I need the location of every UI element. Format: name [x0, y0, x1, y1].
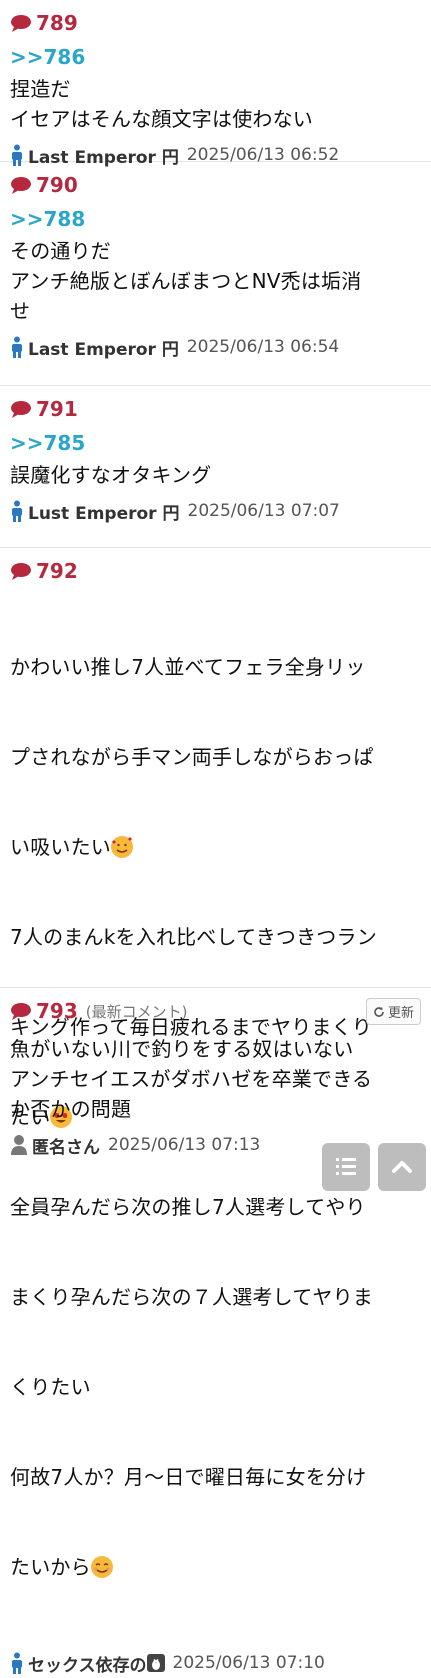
- comment-bubble-icon: [11, 401, 31, 418]
- author-name[interactable]: 匿名さん: [32, 1133, 100, 1158]
- post-number[interactable]: 790: [36, 173, 78, 197]
- person-icon: [12, 500, 22, 522]
- body-line: せ: [10, 299, 31, 323]
- post-header: 791: [10, 394, 421, 424]
- post-number[interactable]: 792: [36, 559, 78, 583]
- body-line: 捏造だ: [10, 77, 71, 101]
- latest-comment-label: (最新コメント): [85, 1002, 188, 1021]
- comment-bubble-icon: [11, 15, 31, 32]
- person-icon: [12, 1652, 22, 1674]
- body-line: かわいい推し7人並べてフェラ全身リッ: [10, 655, 366, 679]
- body-line: 7人のまんkを入れ比べしてきつきつラン: [10, 925, 377, 949]
- post-792: 792 かわいい推し7人並べてフェラ全身リッ プされながら手マン両手しながらおっ…: [0, 548, 431, 1676]
- post-header: 792: [10, 556, 421, 586]
- body-line: 魚がいない川で釣りをする奴はいない: [10, 1037, 354, 1061]
- comment-bubble-icon: [11, 1003, 31, 1020]
- reply-link[interactable]: >>785: [10, 428, 421, 458]
- post-meta: セックス依存の 2025/06/13 07:10: [10, 1648, 421, 1678]
- penguin-emoji: [146, 1654, 165, 1672]
- refresh-icon: [374, 1006, 384, 1017]
- body-line: まくり孕んだら次の７人選考してヤりま: [10, 1285, 373, 1309]
- body-line: その通りだ: [10, 239, 111, 263]
- post-body: その通りだアンチ絶版とぼんぼまつとNV禿は垢消せ: [10, 236, 421, 326]
- post-header: 790: [10, 170, 421, 200]
- list-icon: [336, 1158, 356, 1175]
- post-791: 791 >>785 誤魔化すなオタキング Lust Emperor 円 2025…: [0, 386, 431, 548]
- body-line: 何故7人か？月～日で曜日毎に女を分け: [10, 1465, 367, 1489]
- post-body: 誤魔化すなオタキング: [10, 460, 421, 490]
- comment-bubble-icon: [11, 177, 31, 194]
- refresh-button[interactable]: 更新: [365, 998, 421, 1025]
- smiling-face-emoji: [90, 1556, 113, 1578]
- post-790: 790 >>788 その通りだアンチ絶版とぼんぼまつとNV禿は垢消せ Last …: [0, 162, 431, 386]
- post-header: 793 (最新コメント): [10, 996, 421, 1026]
- post-date: 2025/06/13 06:54: [186, 337, 340, 357]
- author-name[interactable]: セックス依存の: [28, 1651, 147, 1676]
- post-date: 2025/06/13 07:10: [172, 1653, 325, 1673]
- body-line-with-emoji: たいから: [10, 1552, 421, 1582]
- list-button[interactable]: [322, 1143, 370, 1191]
- body-line: イセアはそんな顔文字は使わない: [10, 107, 313, 131]
- body-line: くりたい: [10, 1375, 91, 1399]
- refresh-label: 更新: [387, 1006, 414, 1021]
- person-icon: [12, 336, 22, 358]
- body-line: アンチセイエスがダボハゼを卒業できる: [10, 1067, 373, 1091]
- body-line: か否かの問題: [10, 1097, 132, 1121]
- smiling-face-with-hearts-emoji: [111, 836, 133, 858]
- post-header: 789: [10, 8, 421, 38]
- post-date: 2025/06/13 07:13: [108, 1135, 261, 1155]
- chevron-up-icon: [392, 1161, 412, 1173]
- author-name[interactable]: Lust Emperor 円: [28, 499, 180, 524]
- comment-bubble-icon: [11, 563, 31, 580]
- post-date: 2025/06/13 07:07: [187, 501, 340, 521]
- body-line: 誤魔化すなオタキング: [10, 463, 212, 487]
- post-number[interactable]: 793: [36, 999, 78, 1023]
- anonymous-user-icon: [11, 1135, 27, 1155]
- post-body: 捏造だイセアはそんな顔文字は使わない: [10, 74, 421, 134]
- reply-link[interactable]: >>788: [10, 204, 421, 234]
- post-number[interactable]: 789: [36, 11, 78, 35]
- body-line: プされながら手マン両手しながらおっぱ: [10, 745, 374, 769]
- body-line: アンチ絶版とぼんぼまつとNV禿は垢消: [10, 269, 362, 293]
- reply-link[interactable]: >>786: [10, 42, 421, 72]
- post-meta: Last Emperor 円 2025/06/13 06:54: [10, 332, 421, 362]
- post-body: 魚がいない川で釣りをする奴はいない アンチセイエスがダボハゼを卒業できる か否かの問…: [10, 1034, 421, 1124]
- post-789: 789 >>786 捏造だ イセアはそんな顔文字は使わない Last Empero…: [0, 0, 431, 168]
- post-meta: Lust Emperor 円 2025/06/13 07:07: [10, 496, 421, 526]
- scroll-top-button[interactable]: [378, 1143, 426, 1191]
- post-number[interactable]: 791: [36, 397, 78, 421]
- author-name[interactable]: Last Emperor 円: [28, 335, 179, 360]
- body-line-with-emoji: い吸いたい: [10, 832, 421, 862]
